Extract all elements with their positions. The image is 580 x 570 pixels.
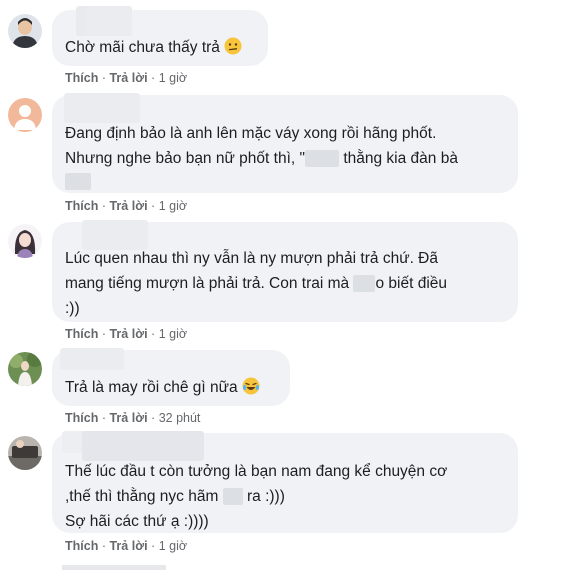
like-link[interactable]: Thích [65,539,98,553]
comment-bubble: Lúc quen nhau thì ny vẫn là ny mượn phải… [52,220,518,322]
like-link[interactable]: Thích [65,71,98,85]
comment-bubble: Trả là may rồi chê gì nữa [52,348,290,406]
comment-text: Trả là may rồi chê gì nữa [65,375,280,400]
comment-bubble: Chờ mãi chưa thấy trả [52,6,268,66]
comment-text: Thế lúc đầu t còn tưởng là bạn nam đang … [65,463,448,530]
reply-link[interactable]: Trả lời [109,539,147,553]
next-comment-partial [62,565,166,570]
comment-timestamp[interactable]: 1 giờ [159,539,187,553]
avatar[interactable] [8,14,42,48]
blurred-word [65,173,91,190]
comment-actions: Thích · Trả lời · 1 giờ [65,327,188,341]
comment-timestamp[interactable]: 1 giờ [159,71,187,85]
comment-timestamp[interactable]: 1 giờ [159,199,187,213]
like-link[interactable]: Thích [65,327,98,341]
commenter-name-blurred [60,348,124,370]
comment-text: Chờ mãi chưa thấy trả [65,35,258,60]
comment-actions: Thích · Trả lời · 1 giờ [65,199,188,213]
comment-bubble: Đang định bảo là anh lên mặc váy xong rồ… [52,93,518,196]
comment-actions: Thích · Trả lời · 32 phút [65,411,201,425]
commenter-name-blurred [82,431,204,461]
comment-text: Lúc quen nhau thì ny vẫn là ny mượn phải… [65,250,448,317]
reply-link[interactable]: Trả lời [109,411,147,425]
reply-link[interactable]: Trả lời [109,199,147,213]
reply-link[interactable]: Trả lời [109,327,147,341]
reply-link[interactable]: Trả lời [109,71,147,85]
comment-timestamp[interactable]: 32 phút [159,411,201,425]
avatar[interactable] [8,224,42,258]
laughing-tears-emoji [242,377,260,395]
avatar[interactable] [8,98,42,132]
comment-bubble: Thế lúc đầu t còn tưởng là bạn nam đang … [52,431,518,533]
blurred-word [305,150,339,168]
avatar[interactable] [8,352,42,386]
commenter-name-blurred [64,93,140,123]
commenter-name-blurred [86,6,132,36]
comment-actions: Thích · Trả lời · 1 giờ [65,539,188,553]
like-link[interactable]: Thích [65,411,98,425]
confused-face-emoji [224,37,242,55]
avatar[interactable] [8,436,42,470]
blurred-word [222,488,243,506]
comment-actions: Thích · Trả lời · 1 giờ [65,71,188,85]
blurred-word [353,275,376,293]
like-link[interactable]: Thích [65,199,98,213]
comment-text: Đang định bảo là anh lên mặc váy xong rồ… [65,121,508,196]
comment-timestamp[interactable]: 1 giờ [159,327,187,341]
